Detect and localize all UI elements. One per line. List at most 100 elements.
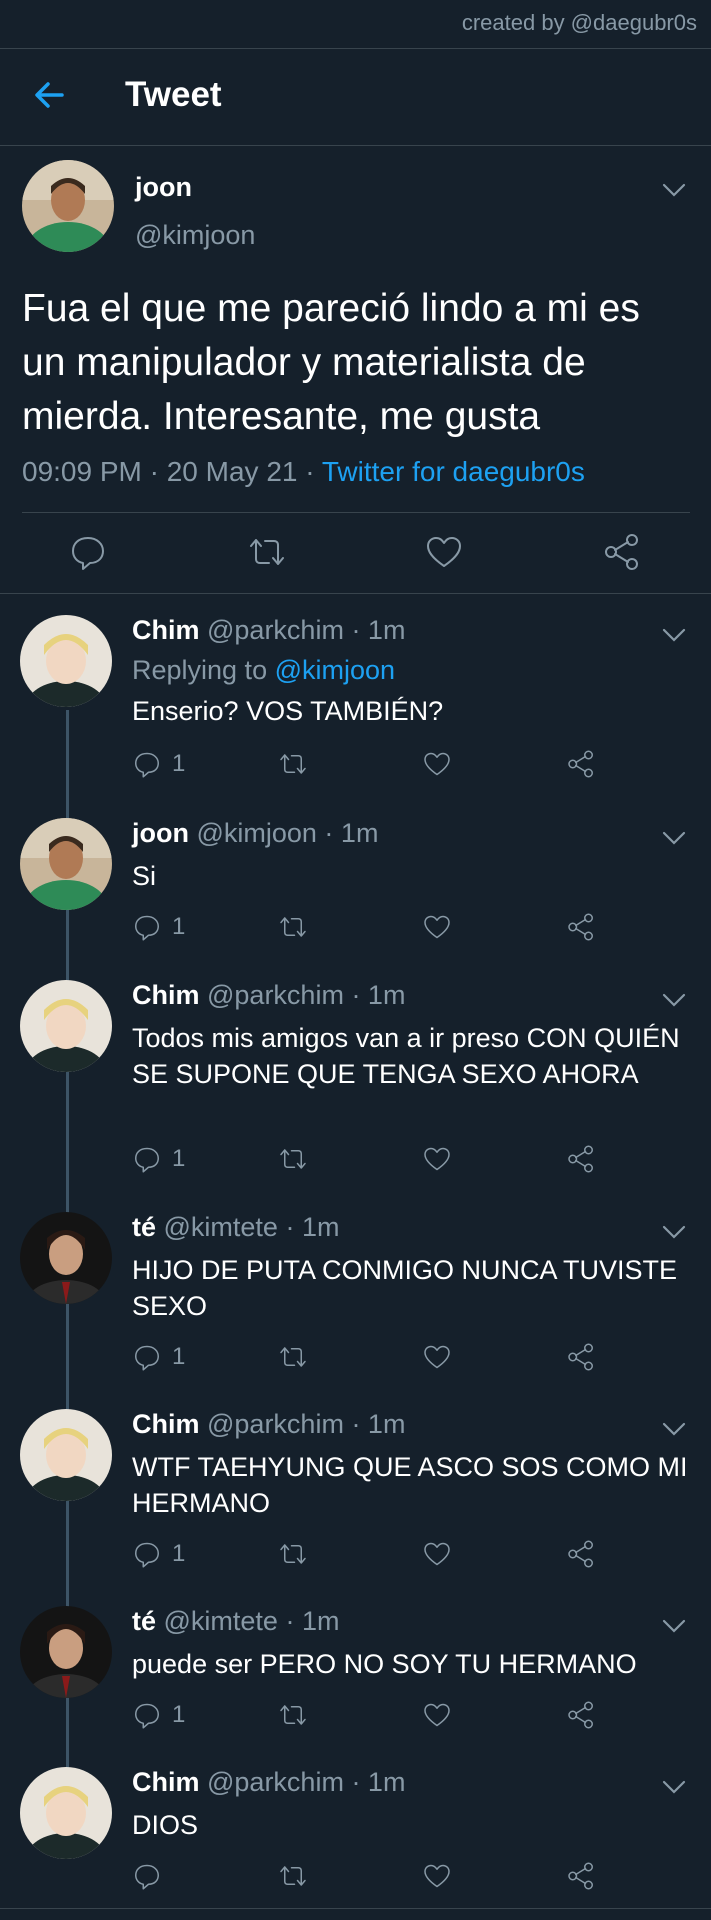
retweet-icon (280, 1544, 306, 1564)
reply-header: Chim @parkchim · 1m (132, 980, 405, 1011)
like-button[interactable] (422, 1340, 452, 1374)
chevron-down-icon[interactable] (661, 627, 687, 643)
like-icon (424, 915, 450, 939)
credit-label: created by @daegubr0s (461, 10, 697, 35)
reply-header: Chim @parkchim · 1m (132, 1409, 405, 1440)
reply-actions: 1 (132, 1340, 692, 1380)
reply-actions: 1 (132, 1142, 692, 1182)
reply-button[interactable]: 1 (132, 910, 185, 944)
mention-link[interactable]: @kimjoon (275, 655, 395, 685)
chevron-down-icon[interactable] (661, 182, 687, 198)
author-name[interactable]: joon (135, 172, 192, 203)
reply-button[interactable] (132, 1859, 172, 1893)
chevron-down-icon[interactable] (661, 992, 687, 1008)
author-name[interactable]: Chim (132, 980, 200, 1010)
retweet-button[interactable] (278, 1859, 308, 1893)
avatar[interactable] (20, 1767, 112, 1859)
retweet-button[interactable] (278, 1537, 308, 1571)
reply-header: Chim @parkchim · 1m (132, 1767, 405, 1798)
author-name[interactable]: té (132, 1606, 156, 1636)
chevron-down-icon[interactable] (661, 1421, 687, 1437)
share-button[interactable] (566, 910, 596, 944)
share-button[interactable] (566, 1142, 596, 1176)
reply-icon (135, 1864, 159, 1890)
author-name[interactable]: Chim (132, 1409, 200, 1439)
author-meta: @parkchim · 1m (199, 1409, 406, 1439)
retweet-icon (280, 1866, 306, 1886)
reply-button[interactable]: 1 (132, 747, 185, 781)
replying-to: Replying to @kimjoon (132, 655, 395, 686)
like-icon (424, 1345, 450, 1369)
avatar[interactable] (20, 818, 112, 910)
avatar[interactable] (20, 1409, 112, 1501)
like-button[interactable] (422, 910, 452, 944)
reply-text: puede ser PERO NO SOY TU HERMANO (132, 1649, 637, 1679)
reply-count: 1 (172, 1343, 186, 1370)
avatar[interactable] (22, 160, 114, 252)
reply-text: Enserio? VOS TAMBIÉN? (132, 696, 444, 726)
top-bar: Tweet (0, 48, 711, 146)
like-button[interactable] (422, 1698, 452, 1732)
author-meta: @kimtete · 1m (156, 1606, 340, 1636)
retweet-icon (280, 1347, 306, 1367)
author-name[interactable]: joon (132, 818, 189, 848)
reply-button[interactable]: 1 (132, 1537, 185, 1571)
like-button[interactable] (422, 747, 452, 781)
reply-count: 1 (172, 1540, 186, 1567)
retweet-button[interactable] (278, 1698, 308, 1732)
divider (0, 1908, 711, 1909)
avatar[interactable] (20, 615, 112, 707)
retweet-button[interactable] (278, 747, 308, 781)
author-handle[interactable]: @kimjoon (135, 220, 255, 251)
like-icon (424, 1703, 450, 1727)
reply-button[interactable]: 1 (132, 1340, 185, 1374)
reply-actions: 1 (132, 910, 692, 950)
share-button[interactable] (566, 747, 596, 781)
author-name[interactable]: té (132, 1212, 156, 1242)
reply-text: Si (132, 861, 157, 891)
tweet-source[interactable]: Twitter for daegubr0s (322, 456, 585, 487)
share-button[interactable] (566, 1698, 596, 1732)
chevron-down-icon[interactable] (661, 1779, 687, 1795)
reply-button[interactable]: 1 (132, 1142, 185, 1176)
avatar[interactable] (20, 1212, 112, 1304)
retweet-button[interactable] (278, 1142, 308, 1176)
share-icon[interactable] (602, 532, 642, 572)
like-button[interactable] (422, 1142, 452, 1176)
chevron-down-icon[interactable] (661, 1618, 687, 1634)
avatar[interactable] (20, 1606, 112, 1698)
reply-actions: 1 (132, 747, 692, 787)
like-button[interactable] (422, 1859, 452, 1893)
retweet-icon[interactable] (247, 532, 287, 572)
share-icon (568, 913, 593, 941)
reply-header: Chim @parkchim · 1m (132, 615, 405, 646)
author-name[interactable]: Chim (132, 615, 200, 645)
replying-label: Replying to (132, 655, 275, 685)
retweet-button[interactable] (278, 910, 308, 944)
retweet-icon (280, 1705, 306, 1725)
like-icon (424, 1864, 450, 1888)
reply-icon[interactable] (68, 532, 108, 572)
chevron-down-icon[interactable] (661, 1224, 687, 1240)
page-title: Tweet (125, 75, 222, 114)
share-button[interactable] (566, 1340, 596, 1374)
retweet-button[interactable] (278, 1340, 308, 1374)
share-button[interactable] (566, 1537, 596, 1571)
reply-count: 1 (172, 750, 186, 777)
reply-icon (135, 1703, 159, 1729)
like-icon (424, 1147, 450, 1171)
author-meta: @kimtete · 1m (156, 1212, 340, 1242)
share-button[interactable] (566, 1859, 596, 1893)
reply-icon (135, 1542, 159, 1568)
reply-button[interactable]: 1 (132, 1698, 185, 1732)
author-meta: @kimjoon · 1m (188, 818, 379, 848)
share-icon (568, 1862, 593, 1890)
reply-icon (135, 1345, 159, 1371)
chevron-down-icon[interactable] (661, 830, 687, 846)
like-button[interactable] (422, 1537, 452, 1571)
like-icon[interactable] (424, 532, 464, 572)
author-name[interactable]: Chim (132, 1767, 200, 1797)
back-arrow-icon[interactable] (30, 75, 70, 115)
reply-icon (135, 1147, 159, 1173)
avatar[interactable] (20, 980, 112, 1072)
